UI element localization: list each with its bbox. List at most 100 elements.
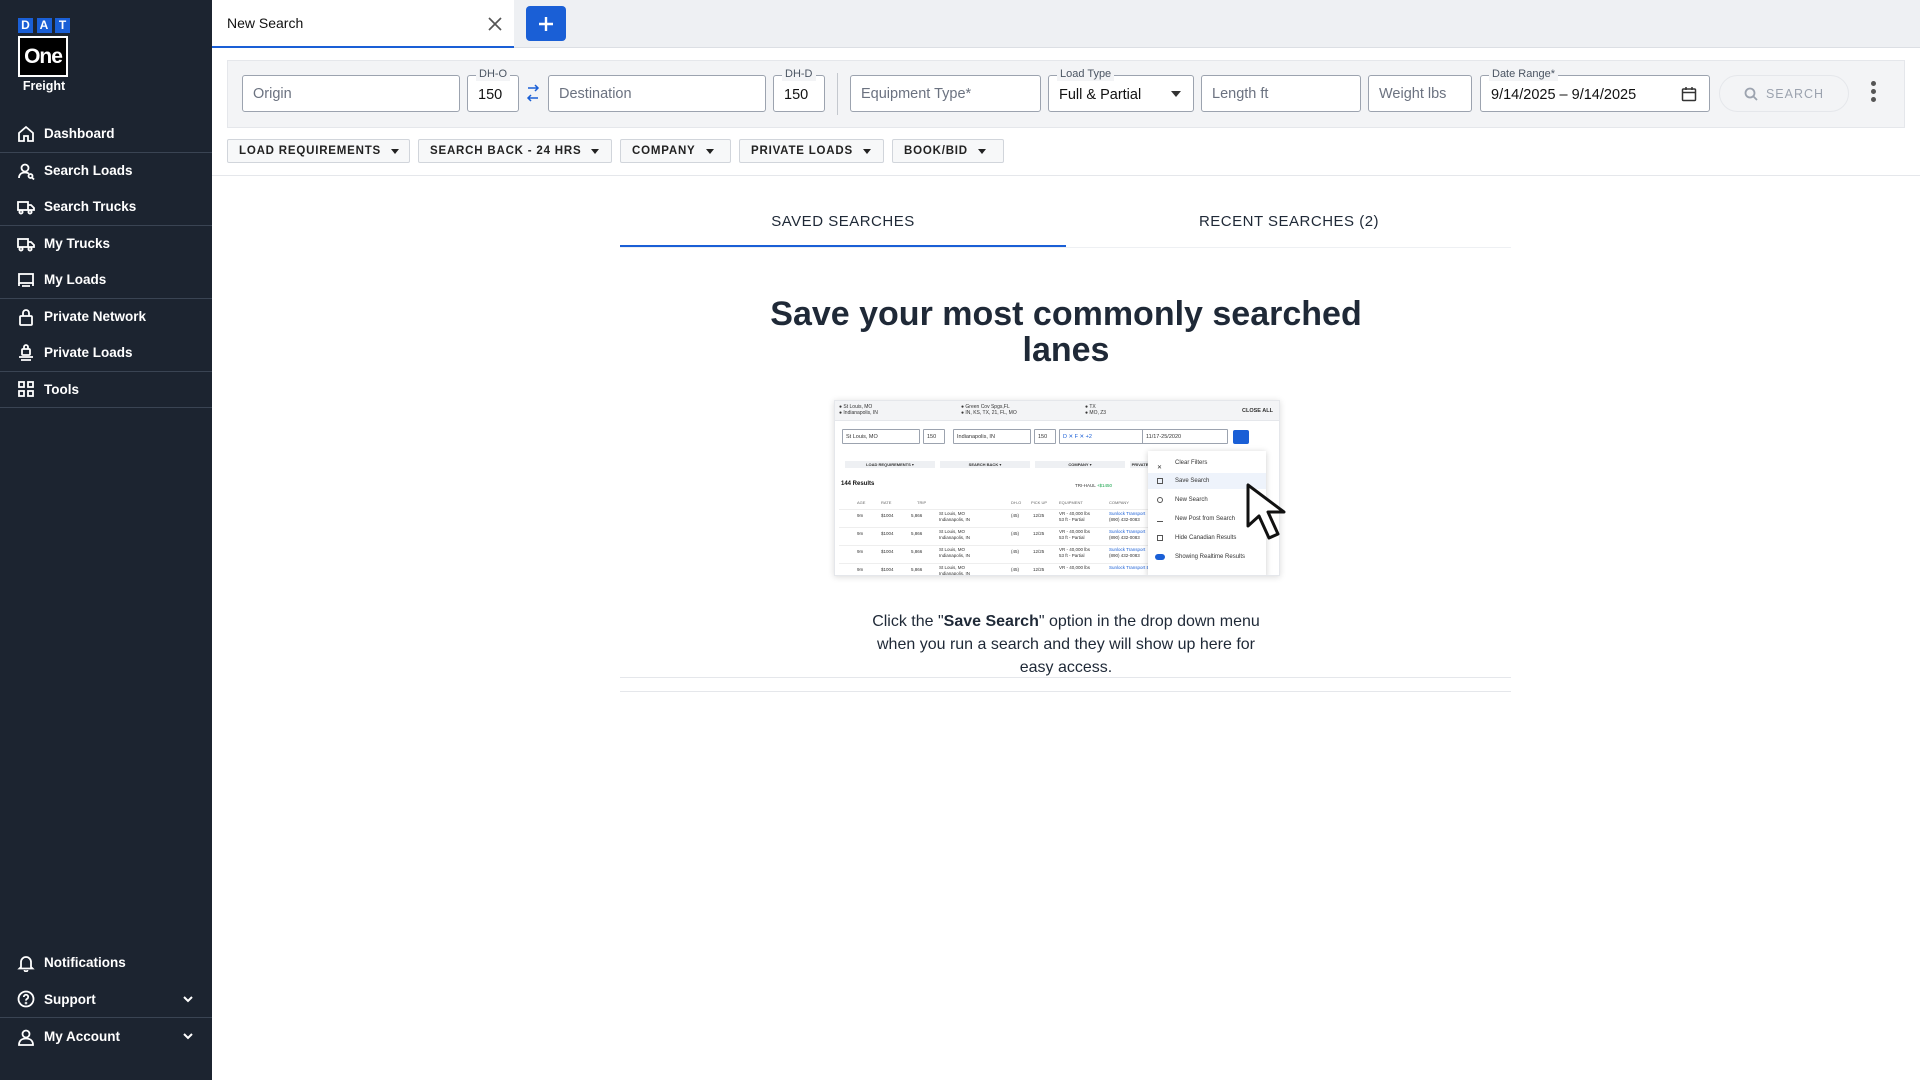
illustration-text: VR - 40,000 lbs — [1059, 511, 1091, 516]
illustration-text: 12/25 — [1033, 567, 1045, 572]
illustration-tab: ● St Louis, MO ● Indianapolis, IN — [839, 404, 878, 416]
swap-origin-destination-icon[interactable] — [526, 78, 540, 108]
tab-new-search[interactable]: New Search — [212, 0, 514, 48]
illustration-tab: ● Green Cov Spgs,FL ● IN, KS, TX, 21, FL,… — [961, 404, 1017, 416]
upload-icon — [1157, 516, 1163, 522]
toggle-icon — [1155, 554, 1165, 560]
sidebar-item-private-network[interactable]: Private Network — [0, 299, 212, 336]
sidebar-item-label: Search Loads — [44, 163, 133, 179]
illustration-text: New Search — [1175, 497, 1208, 503]
dat-one-logo[interactable]: D A T One Freight — [18, 18, 70, 93]
weight-field[interactable]: Weight lbs — [1368, 75, 1472, 112]
illustration-text: TRIP — [917, 500, 927, 505]
date-range-label: Date Range* — [1489, 68, 1558, 81]
sidebar-item-my-loads[interactable]: My Loads — [0, 262, 212, 299]
illustration-search-icon — [1233, 430, 1249, 444]
home-icon — [16, 124, 36, 144]
sidebar-item-my-account[interactable]: My Account — [0, 1018, 212, 1055]
sidebar-bottom: Notifications Support My Account — [0, 944, 212, 1055]
illustration-text: 5,866 — [911, 549, 923, 554]
illustration-text: (890) 432-0083 — [1109, 553, 1140, 558]
illustration-text: (45) — [1011, 531, 1020, 536]
filter-book-bid[interactable]: BOOK/BID — [892, 139, 1004, 163]
caret-down-icon — [977, 148, 986, 154]
empty-state-heading: Save your most commonly searched lanes — [770, 295, 1362, 369]
tab-saved-searches[interactable]: SAVED SEARCHES — [620, 213, 1066, 230]
close-icon[interactable] — [486, 15, 504, 33]
illustration-results-count: 144 Results — [841, 481, 875, 487]
sidebar-item-label: Notifications — [44, 955, 126, 970]
illustration-text: (45) — [1011, 513, 1020, 518]
illustration-text: Indianapolis, IN — [939, 517, 971, 522]
chevron-down-icon — [182, 1030, 194, 1042]
filter-search-back[interactable]: SEARCH BACK - 24 HRS — [418, 139, 612, 163]
search-button[interactable]: SEARCH — [1719, 75, 1849, 112]
sidebar-item-search-trucks[interactable]: Search Trucks — [0, 189, 212, 226]
sidebar-item-dashboard[interactable]: Dashboard — [0, 116, 212, 153]
dh-d-value: 150 — [784, 87, 809, 103]
illustration-date: 11/17-25/2020 — [1142, 429, 1228, 444]
tab-divider — [620, 247, 1511, 248]
sidebar-item-label: My Loads — [44, 272, 107, 288]
caret-down-icon — [1171, 91, 1181, 97]
illustration-row: 9m $1004 5,866 St Louis, MO Indianapolis… — [839, 563, 1179, 575]
destination-field[interactable]: Destination — [548, 75, 766, 112]
illustration-equipment: D ✕ F ✕ +2 — [1059, 429, 1145, 444]
illustration-text: RATE — [881, 500, 892, 505]
illustration-text: 12/25 — [1033, 513, 1045, 518]
save-search-illustration: ● St Louis, MO ● Indianapolis, IN ● Green… — [834, 400, 1280, 576]
help-circle-icon — [16, 989, 36, 1009]
sidebar: D A T One Freight Dashboard Search Loads… — [0, 0, 212, 1080]
illustration-text: 9m — [857, 567, 864, 572]
illustration-text: EQUIPMENT — [1059, 500, 1083, 505]
origin-placeholder: Origin — [253, 86, 292, 102]
calendar-icon[interactable] — [1681, 86, 1697, 102]
tab-recent-searches[interactable]: RECENT SEARCHES (2) — [1066, 213, 1512, 230]
illustration-text: 12/25 — [1033, 549, 1045, 554]
logo-box: One — [18, 36, 68, 77]
sidebar-item-label: Search Trucks — [44, 199, 137, 215]
filter-company[interactable]: COMPANY — [620, 139, 731, 163]
illustration-chip: SEARCH BACK ▾ — [940, 461, 1030, 468]
length-field[interactable]: Length ft — [1201, 75, 1361, 112]
sidebar-item-private-loads[interactable]: Private Loads — [0, 335, 212, 372]
illustration-text: PICK UP — [1031, 500, 1048, 505]
filter-load-requirements[interactable]: LOAD REQUIREMENTS — [227, 139, 410, 163]
logo-subtitle: Freight — [22, 79, 66, 93]
illustration-text: 9m — [857, 531, 864, 536]
sidebar-item-support[interactable]: Support — [0, 981, 212, 1018]
sidebar-item-my-trucks[interactable]: My Trucks — [0, 226, 212, 263]
filter-private-loads[interactable]: PRIVATE LOADS — [739, 139, 884, 163]
divider — [620, 677, 1511, 678]
add-search-tab-button[interactable] — [526, 6, 566, 41]
length-placeholder: Length ft — [1212, 86, 1269, 102]
more-options-icon[interactable] — [1866, 79, 1880, 107]
close-icon: ✕ — [1157, 465, 1163, 471]
load-type-select[interactable]: Load Type Full & Partial — [1048, 68, 1194, 112]
person-search-icon — [16, 161, 36, 181]
origin-field[interactable]: Origin — [242, 75, 460, 112]
illustration-text: VR - 40,000 lbs — [1059, 565, 1091, 570]
filter-label: BOOK/BID — [904, 145, 968, 157]
divider — [620, 691, 1511, 692]
date-range-field[interactable]: Date Range* 9/14/2025 – 9/14/2025 — [1480, 68, 1710, 112]
illustration-text: 53 ft - Partial — [1059, 535, 1085, 540]
plus-icon — [539, 16, 553, 31]
illustration-text: $1004 — [881, 567, 894, 572]
bell-icon — [16, 953, 36, 973]
tab-label: New Search — [227, 15, 304, 31]
dh-d-label: DH-D — [782, 68, 816, 81]
equipment-type-field[interactable]: Equipment Type* — [850, 75, 1041, 112]
illustration-dh: 150 — [923, 429, 945, 444]
dh-o-field[interactable]: DH-O 150 — [467, 68, 519, 112]
sidebar-item-search-loads[interactable]: Search Loads — [0, 153, 212, 190]
search-button-label: SEARCH — [1765, 86, 1825, 101]
sidebar-item-notifications[interactable]: Notifications — [0, 944, 212, 981]
sidebar-item-tools[interactable]: Tools — [0, 372, 212, 408]
illustration-chip: PRIVATE — [1130, 461, 1150, 468]
illustration-row: 9m $1004 5,866 St Louis, MO Indianapolis… — [839, 527, 1179, 545]
illustration-text: ● MO, Z3 — [1085, 410, 1107, 416]
dh-d-field[interactable]: DH-D 150 — [773, 68, 825, 112]
illustration-text: 9m — [857, 549, 864, 554]
active-tab-indicator — [620, 245, 1066, 247]
